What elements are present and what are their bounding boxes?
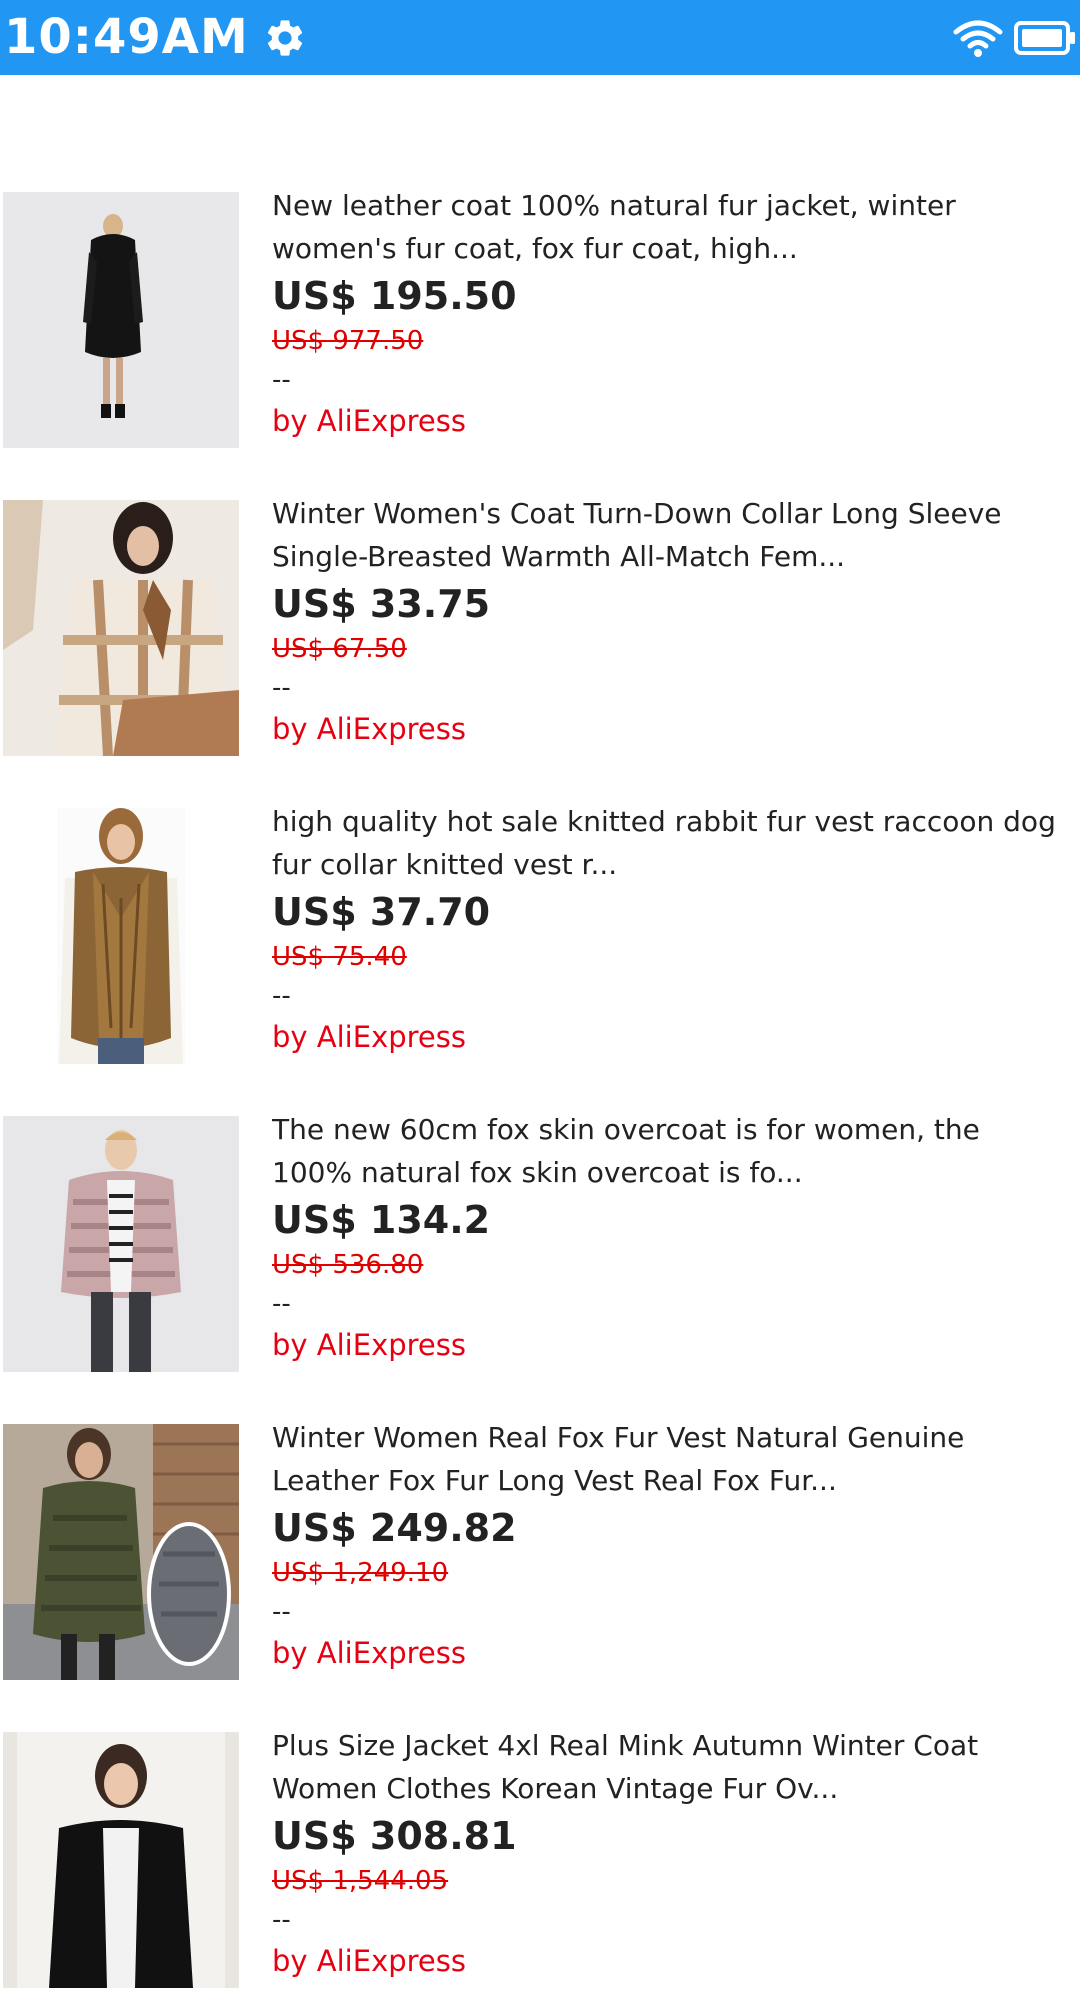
product-seller[interactable]: by AliExpress [272,707,1062,751]
product-seller[interactable]: by AliExpress [272,1015,1062,1059]
product-title[interactable]: Plus Size Jacket 4xl Real Mink Autumn Wi… [272,1724,1062,1810]
product-title[interactable]: high quality hot sale knitted rabbit fur… [272,800,1062,886]
product-info: The new 60cm fox skin overcoat is for wo… [272,1108,1062,1367]
product-item[interactable]: Winter Women Real Fox Fur Vest Natural G… [0,1382,1080,1690]
product-seller[interactable]: by AliExpress [272,1939,1062,1983]
fur-vest-photo [3,808,239,1064]
product-price: US$ 195.50 [272,274,517,318]
battery-icon [1014,20,1075,55]
product-rating: -- [272,981,291,1011]
product-price: US$ 249.82 [272,1506,517,1550]
product-title[interactable]: Winter Women's Coat Turn-Down Collar Lon… [272,492,1062,578]
product-image[interactable] [3,500,239,756]
product-title[interactable]: New leather coat 100% natural fur jacket… [272,184,1062,270]
product-image[interactable] [3,808,239,1064]
product-rating: -- [272,1597,291,1627]
product-rating: -- [272,673,291,703]
product-item[interactable]: Plus Size Jacket 4xl Real Mink Autumn Wi… [0,1690,1080,1998]
product-image[interactable] [3,1732,239,1988]
product-price: US$ 134.2 [272,1198,491,1242]
product-seller[interactable]: by AliExpress [272,1323,1062,1367]
plaid-coat-photo [3,500,239,756]
product-item[interactable]: high quality hot sale knitted rabbit fur… [0,766,1080,1074]
status-time: 10:49AM [4,9,249,65]
wifi-icon [953,20,1003,57]
status-right [952,18,1080,58]
product-old-price: US$ 1,249.10 [272,1558,449,1588]
product-rating: -- [272,1289,291,1319]
product-seller[interactable]: by AliExpress [272,399,1062,443]
product-image[interactable] [3,1116,239,1372]
product-price: US$ 37.70 [272,890,491,934]
product-info: high quality hot sale knitted rabbit fur… [272,800,1062,1059]
product-info: Plus Size Jacket 4xl Real Mink Autumn Wi… [272,1724,1062,1983]
pink-fox-coat-photo [3,1116,239,1372]
status-bar: 10:49AM [0,0,1080,75]
product-seller[interactable]: by AliExpress [272,1631,1062,1675]
product-old-price: US$ 67.50 [272,634,407,664]
fox-fur-vest-photo [3,1424,239,1680]
product-old-price: US$ 75.40 [272,942,407,972]
black-fur-coat-photo [3,192,239,448]
mink-coat-photo [3,1732,239,1988]
product-item[interactable]: Winter Women's Coat Turn-Down Collar Lon… [0,458,1080,766]
product-info: New leather coat 100% natural fur jacket… [272,184,1062,443]
product-rating: -- [272,1905,291,1935]
status-left: 10:49AM [0,0,307,75]
product-old-price: US$ 536.80 [272,1250,424,1280]
product-rating: -- [272,365,291,395]
product-image[interactable] [3,192,239,448]
gear-icon [267,19,302,56]
product-old-price: US$ 1,544.05 [272,1866,449,1896]
product-price: US$ 33.75 [272,582,491,626]
product-title[interactable]: Winter Women Real Fox Fur Vest Natural G… [272,1416,1062,1502]
product-old-price: US$ 977.50 [272,326,424,356]
product-image[interactable] [3,1424,239,1680]
product-price: US$ 308.81 [272,1814,517,1858]
product-item[interactable]: The new 60cm fox skin overcoat is for wo… [0,1074,1080,1382]
product-info: Winter Women's Coat Turn-Down Collar Lon… [272,492,1062,751]
product-info: Winter Women Real Fox Fur Vest Natural G… [272,1416,1062,1675]
product-item[interactable]: New leather coat 100% natural fur jacket… [0,150,1080,458]
product-title[interactable]: The new 60cm fox skin overcoat is for wo… [272,1108,1062,1194]
